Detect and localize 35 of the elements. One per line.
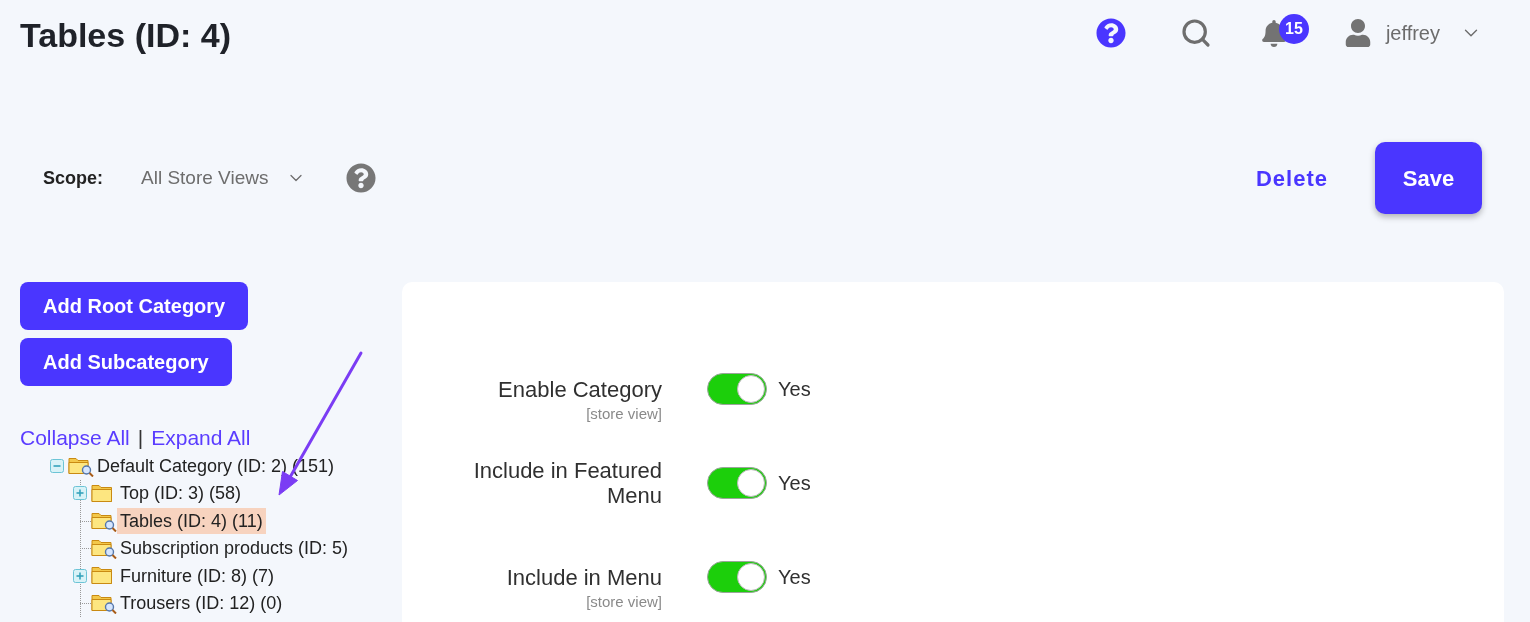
field-label: Enable Category (498, 376, 662, 402)
toggle-switch[interactable] (707, 561, 767, 593)
minus-box-icon[interactable] (50, 458, 64, 473)
search-icon[interactable] (1179, 17, 1212, 49)
page-title: Tables (ID: 4) (20, 18, 231, 52)
field-label: Include in Featured Menu (473, 458, 662, 508)
scope-label: Scope: (43, 166, 103, 190)
plus-box-icon[interactable] (73, 486, 87, 501)
tree-item[interactable]: Furniture (ID: 8) (7) (117, 562, 278, 589)
toggle-value: Yes (778, 377, 811, 402)
toggle-value: Yes (778, 471, 811, 496)
expand-all-link[interactable]: Expand All (151, 426, 251, 450)
tree-item[interactable]: Top (ID: 3) (58) (117, 480, 245, 507)
scope-dropdown[interactable]: All Store Views (141, 163, 307, 193)
toggle-switch[interactable] (707, 467, 767, 499)
notification-badge: 15 (1278, 13, 1309, 44)
tree-item[interactable]: Tables (ID: 4) (11) (117, 507, 266, 534)
help-icon[interactable] (1095, 18, 1126, 48)
delete-link[interactable]: Delete (1253, 161, 1330, 195)
field-label: Include in Menu (506, 564, 662, 590)
tree-item[interactable]: Trousers (ID: 12) (0) (117, 590, 286, 617)
toggle-switch[interactable] (707, 373, 767, 405)
plus-box-icon[interactable] (73, 568, 87, 583)
collapse-all-link[interactable]: Collapse All (20, 426, 130, 450)
scope-hint: [store view] (586, 405, 662, 422)
add-subcategory-button[interactable]: Add Subcategory (20, 338, 232, 386)
save-button[interactable]: Save (1375, 142, 1482, 214)
help-icon[interactable] (346, 163, 377, 193)
user-avatar-icon[interactable] (1343, 19, 1372, 47)
link-separator: | (137, 426, 144, 450)
toggle-value: Yes (778, 565, 811, 590)
user-name[interactable]: jeffrey (1385, 18, 1440, 48)
tree-item[interactable]: Subscription products (ID: 5) (117, 535, 352, 562)
scope-hint: [store view] (586, 593, 662, 610)
add-root-category-button[interactable]: Add Root Category (20, 282, 249, 330)
